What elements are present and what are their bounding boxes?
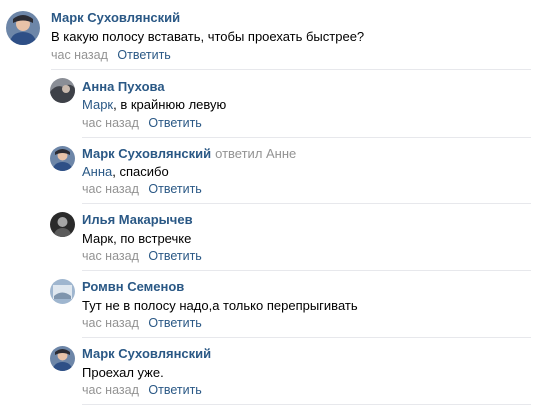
comment-author[interactable]: Марк Суховлянский ответил Анне xyxy=(82,146,296,162)
comment-divider xyxy=(82,137,531,138)
comment-text: Марк, по встречке xyxy=(82,231,192,246)
comment-time[interactable]: час назад xyxy=(82,316,139,330)
mention-link[interactable]: Марк xyxy=(82,97,113,112)
comment-meta: час назад Ответить xyxy=(82,249,202,264)
reply-button[interactable]: Ответить xyxy=(148,116,201,130)
reply-to-label[interactable]: ответил Анне xyxy=(215,146,296,161)
reply-button[interactable]: Ответить xyxy=(148,383,201,397)
comment-author[interactable]: Ромвн Семенов xyxy=(82,279,184,295)
comment-text: В какую полосу вставать, чтобы проехать … xyxy=(51,29,365,44)
comment-meta: час назад Ответить xyxy=(82,116,202,131)
comment-meta: час назад Ответить xyxy=(82,316,202,331)
avatar[interactable] xyxy=(50,146,75,171)
comment-time[interactable]: час назад xyxy=(82,116,139,130)
comment-time[interactable]: час назад xyxy=(82,249,139,263)
comment-time[interactable]: час назад xyxy=(51,48,108,62)
comment-author[interactable]: Марк Суховлянский xyxy=(82,346,211,362)
reply-button[interactable]: Ответить xyxy=(148,249,201,263)
comment-divider xyxy=(82,337,531,338)
comment-divider xyxy=(82,404,531,405)
avatar[interactable] xyxy=(50,346,75,371)
avatar[interactable] xyxy=(50,78,75,103)
reply-button[interactable]: Ответить xyxy=(148,182,201,196)
comment-author[interactable]: Анна Пухова xyxy=(82,79,165,95)
comment-divider xyxy=(82,203,531,204)
comment-author[interactable]: Марк Суховлянский xyxy=(51,10,180,26)
comment-divider xyxy=(82,270,531,271)
reply-button[interactable]: Ответить xyxy=(148,316,201,330)
avatar[interactable] xyxy=(50,279,75,304)
comment-divider xyxy=(51,69,531,70)
comment-time[interactable]: час назад xyxy=(82,383,139,397)
comment-text: Марк, в крайнюю левую xyxy=(82,97,227,112)
avatar[interactable] xyxy=(50,212,75,237)
comment-text: Тут не в полосу надо,а только перепрыгив… xyxy=(82,298,358,313)
comment-text: Проехал уже. xyxy=(82,365,164,380)
avatar[interactable] xyxy=(6,11,40,45)
comment-time[interactable]: час назад xyxy=(82,182,139,196)
reply-button[interactable]: Ответить xyxy=(117,48,170,62)
comment-author[interactable]: Илья Макарычев xyxy=(82,212,193,228)
comment-meta: час назад Ответить xyxy=(82,182,202,197)
comment-text: Анна, спасибо xyxy=(82,164,169,179)
comment-meta: час назад Ответить xyxy=(51,48,171,63)
comment-thread: Марк Суховлянский В какую полосу встават… xyxy=(0,0,537,410)
comment-meta: час назад Ответить xyxy=(82,383,202,398)
mention-link[interactable]: Анна xyxy=(82,164,112,179)
